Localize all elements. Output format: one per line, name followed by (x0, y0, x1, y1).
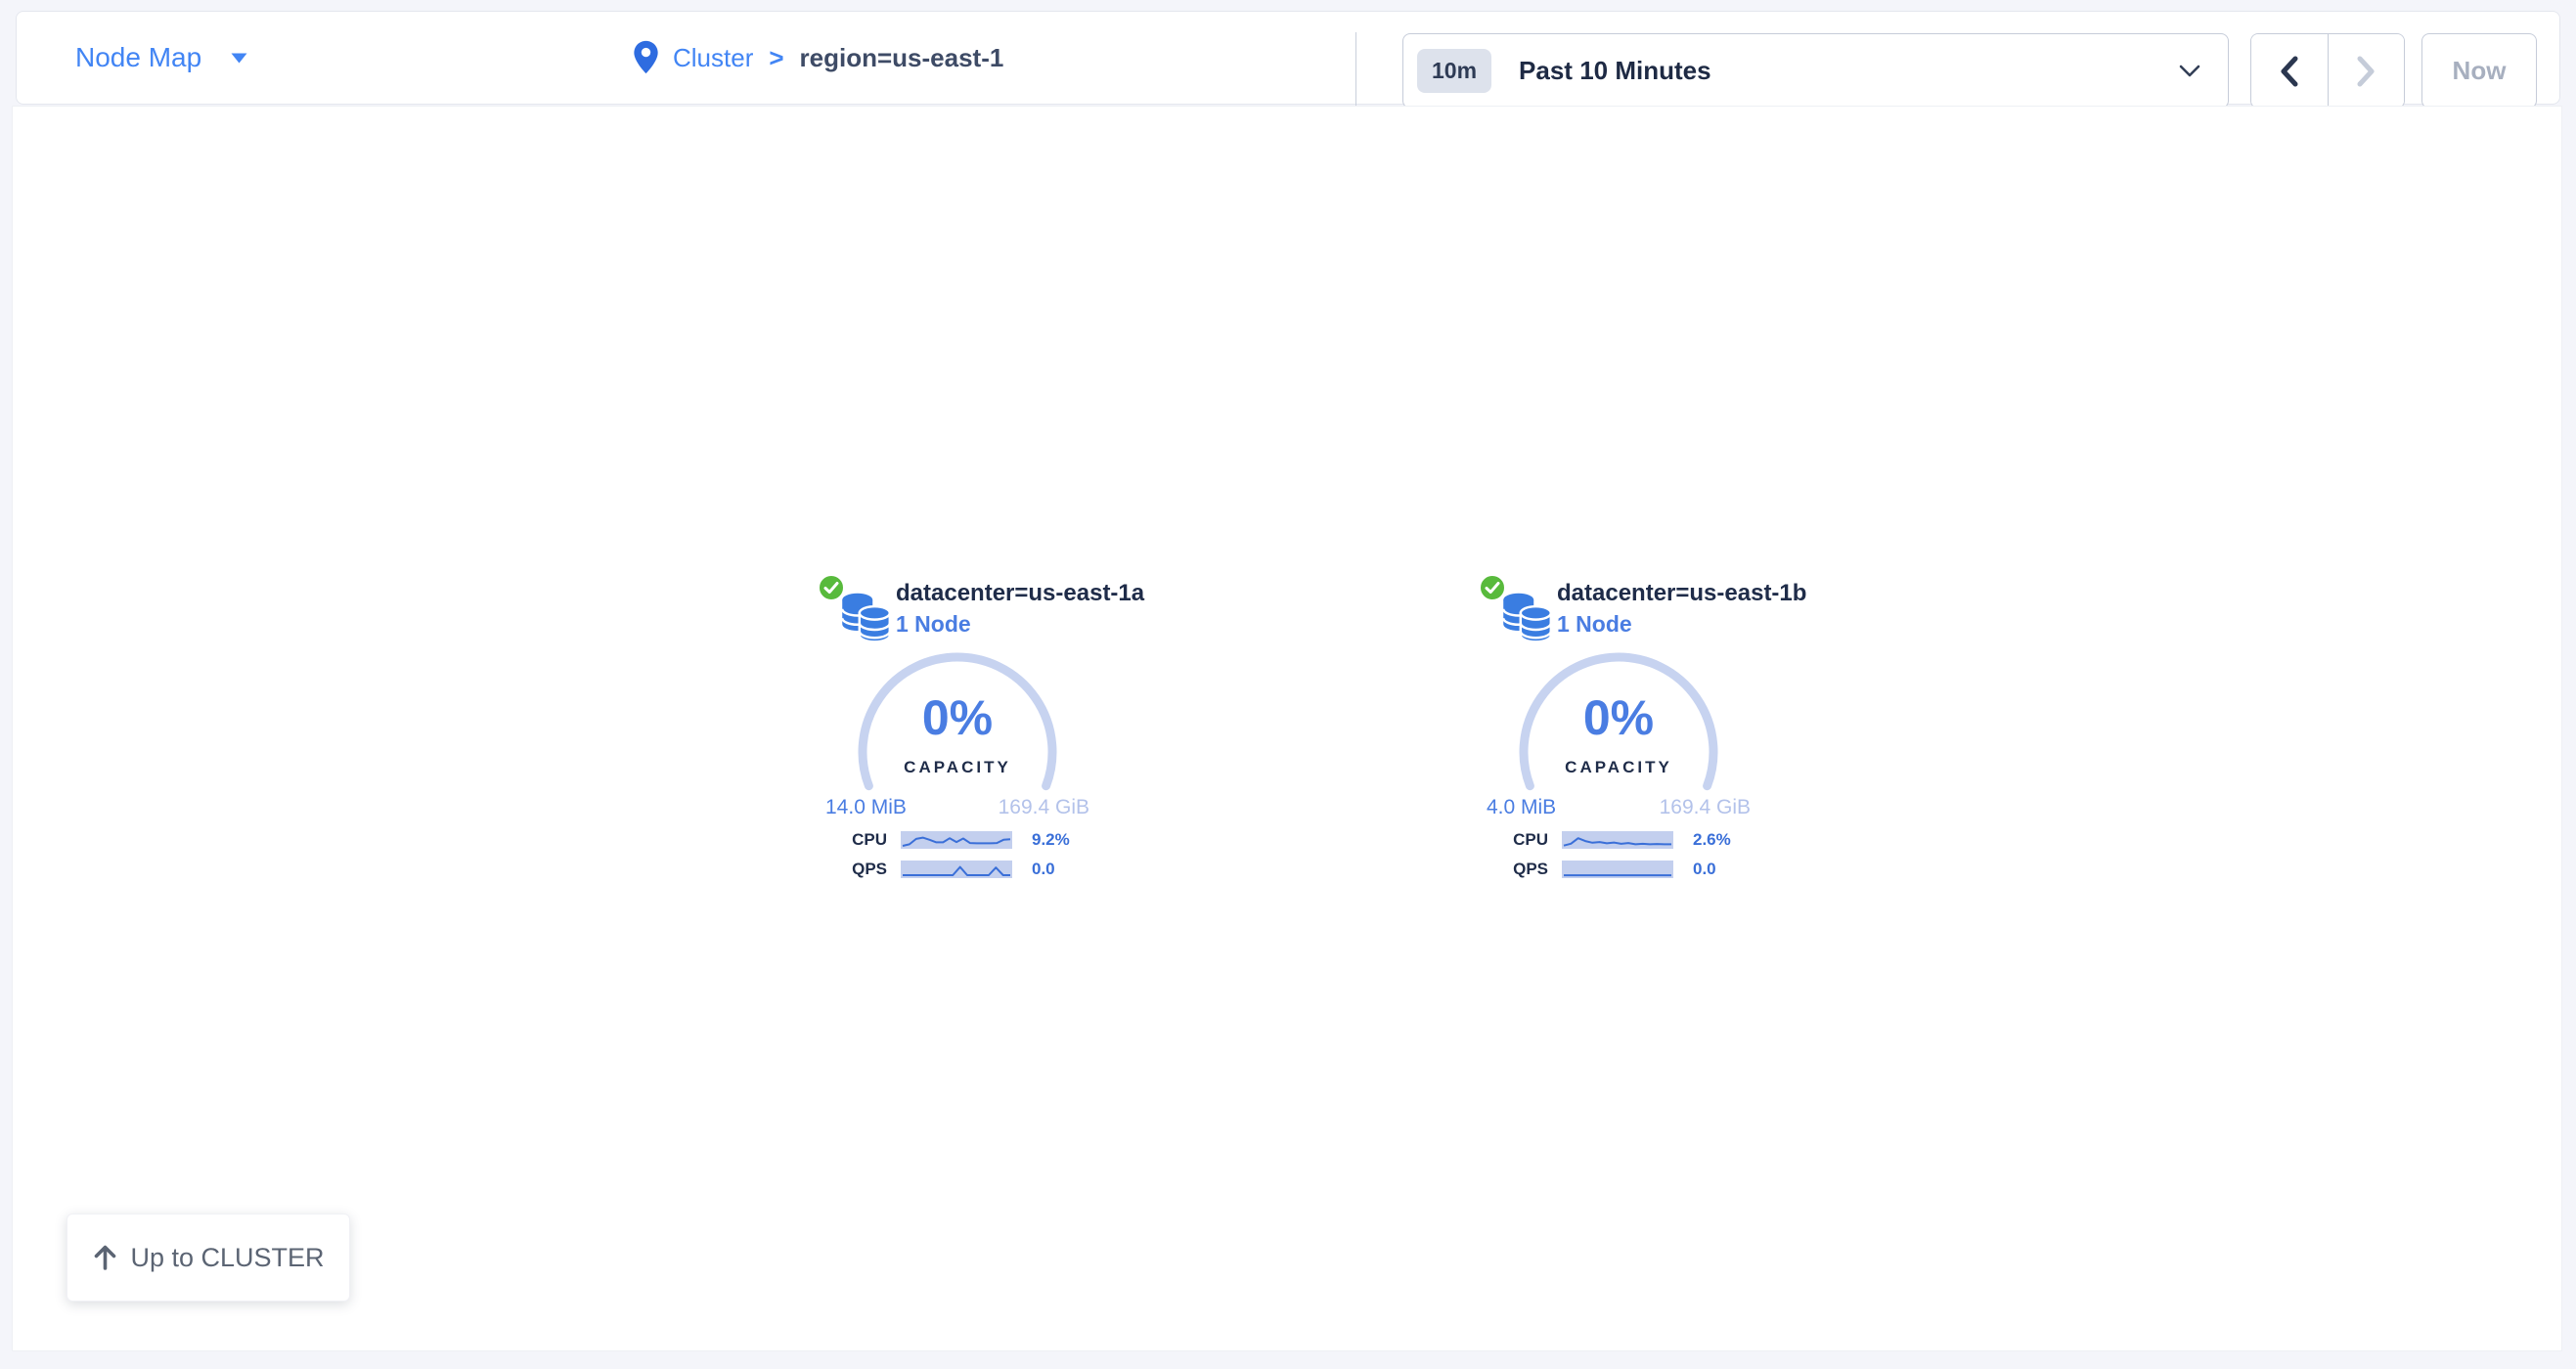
capacity-values: 4.0 MiB 169.4 GiB (1487, 796, 1751, 819)
node-map-canvas: datacenter=us-east-1a 1 Node 0% CAPACITY… (12, 106, 2562, 1351)
chevron-right-icon (2355, 56, 2376, 87)
metric-label: QPS (811, 860, 887, 879)
capacity-total: 169.4 GiB (1660, 796, 1751, 819)
metric-row-qps: QPS 0.0 (811, 860, 1055, 879)
datacenter-card-us-east-1a[interactable]: datacenter=us-east-1a 1 Node 0% CAPACITY… (791, 574, 1143, 902)
up-to-cluster-button[interactable]: Up to CLUSTER (67, 1214, 350, 1302)
up-to-cluster-label: Up to CLUSTER (130, 1243, 324, 1273)
capacity-label: CAPACITY (1511, 758, 1726, 777)
now-button[interactable]: Now (2421, 33, 2537, 109)
breadcrumb-cluster-link[interactable]: Cluster (673, 43, 753, 73)
breadcrumb-separator: > (769, 43, 783, 73)
breadcrumb: Cluster > region=us-east-1 (633, 12, 1003, 104)
view-selector-label: Node Map (75, 42, 201, 73)
metric-value: 0.0 (1693, 860, 1716, 879)
datacenter-card-us-east-1b[interactable]: datacenter=us-east-1b 1 Node 0% CAPACITY… (1452, 574, 1804, 902)
breadcrumb-current: region=us-east-1 (800, 43, 1004, 73)
cpu-sparkline (901, 831, 1012, 849)
qps-sparkline (1562, 861, 1673, 878)
metric-value: 9.2% (1032, 830, 1070, 850)
cpu-sparkline (1562, 831, 1673, 849)
time-range-badge: 10m (1417, 49, 1491, 93)
database-stack-icon (835, 586, 896, 646)
metric-label: CPU (811, 830, 887, 850)
time-range-dropdown[interactable]: 10m Past 10 Minutes (1402, 33, 2229, 109)
chevron-down-icon (231, 53, 247, 64)
metric-row-cpu: CPU 2.6% (1472, 830, 1731, 850)
capacity-total: 169.4 GiB (999, 796, 1089, 819)
datacenter-title: datacenter=us-east-1a (896, 580, 1144, 607)
node-map-page: Node Map Cluster > region=us-east-1 10m … (0, 0, 2576, 1369)
metric-row-qps: QPS 0.0 (1472, 860, 1716, 879)
time-nav-group (2250, 33, 2405, 109)
metric-label: QPS (1472, 860, 1548, 879)
capacity-values: 14.0 MiB 169.4 GiB (825, 796, 1089, 819)
datacenter-node-count: 1 Node (896, 611, 971, 638)
capacity-gauge: 0% CAPACITY (850, 644, 1065, 860)
arrow-up-icon (92, 1244, 118, 1271)
location-pin-icon (633, 40, 659, 75)
qps-sparkline (901, 861, 1012, 878)
database-stack-icon (1496, 586, 1557, 646)
capacity-used: 4.0 MiB (1487, 796, 1556, 819)
capacity-used: 14.0 MiB (825, 796, 907, 819)
time-next-button[interactable] (2329, 34, 2405, 108)
chevron-down-icon (2179, 65, 2200, 77)
view-selector-dropdown[interactable]: Node Map (75, 12, 247, 104)
metric-row-cpu: CPU 9.2% (811, 830, 1070, 850)
datacenter-node-count: 1 Node (1557, 611, 1632, 638)
metric-value: 2.6% (1693, 830, 1731, 850)
metric-label: CPU (1472, 830, 1548, 850)
topbar: Node Map Cluster > region=us-east-1 10m … (16, 11, 2560, 105)
capacity-arc (850, 644, 1065, 860)
capacity-label: CAPACITY (850, 758, 1065, 777)
capacity-percent: 0% (850, 689, 1065, 746)
chevron-left-icon (2279, 56, 2300, 87)
capacity-percent: 0% (1511, 689, 1726, 746)
metric-value: 0.0 (1032, 860, 1055, 879)
datacenter-title: datacenter=us-east-1b (1557, 580, 1806, 607)
time-range-label: Past 10 Minutes (1519, 56, 2179, 86)
capacity-arc (1511, 644, 1726, 860)
capacity-gauge: 0% CAPACITY (1511, 644, 1726, 860)
time-prev-button[interactable] (2251, 34, 2329, 108)
topbar-divider (1355, 32, 1356, 109)
